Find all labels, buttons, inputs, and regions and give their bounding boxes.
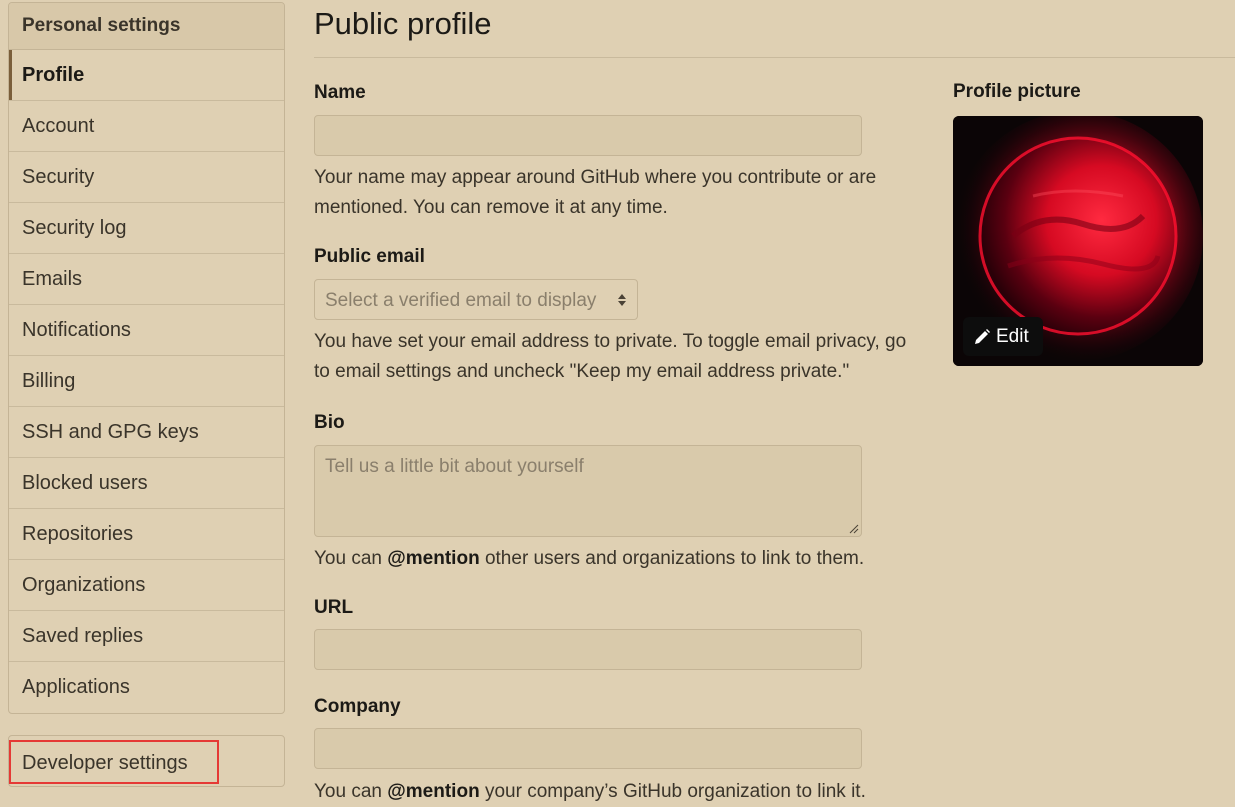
public-email-label: Public email [314,246,425,267]
public-email-selected: Select a verified email to display [325,290,597,311]
name-help-text: Your name may appear around GitHub where… [314,167,877,218]
url-input[interactable] [314,629,862,670]
company-input[interactable] [314,728,862,769]
sidebar-item-ssh-gpg-keys[interactable]: SSH and GPG keys [9,407,284,458]
sidebar-item-profile[interactable]: Profile [9,50,284,101]
name-label: Name [314,82,366,103]
company-help-prefix: You can [314,781,388,802]
sidebar-item-security[interactable]: Security [9,152,284,203]
bio-help-prefix: You can [314,548,388,569]
public-email-help-text: You have set your email address to priva… [314,331,907,382]
sidebar-item-repositories[interactable]: Repositories [9,509,284,560]
sidebar-item-organizations[interactable]: Organizations [9,560,284,611]
bio-help-suffix: other users and organizations to link to… [479,548,865,569]
company-help-text: You can @mention your company’s GitHub o… [314,777,914,807]
bio-help-mention: @mention [387,548,480,569]
sidebar-item-account[interactable]: Account [9,101,284,152]
settings-sidebar: Personal settings Profile Account Securi… [8,2,285,714]
name-input[interactable] [314,115,862,156]
developer-settings-box: Developer settings [8,735,285,787]
resize-grip-icon[interactable] [849,524,859,534]
sidebar-item-notifications[interactable]: Notifications [9,305,284,356]
title-divider [314,57,1235,58]
sidebar-item-saved-replies[interactable]: Saved replies [9,611,284,662]
sidebar-item-applications[interactable]: Applications [9,662,284,713]
sidebar-item-security-log[interactable]: Security log [9,203,284,254]
sidebar-item-blocked-users[interactable]: Blocked users [9,458,284,509]
bio-label: Bio [314,412,345,433]
company-help-suffix: your company’s GitHub organization to li… [479,781,866,802]
profile-picture-label: Profile picture [953,81,1081,102]
page-title: Public profile [314,6,492,41]
sidebar-header: Personal settings [9,3,284,50]
sidebar-item-developer-settings[interactable]: Developer settings [9,736,284,786]
bio-textarea[interactable]: Tell us a little bit about yourself [314,445,862,537]
public-email-select[interactable]: Select a verified email to display [314,279,638,320]
select-arrows-icon [617,280,627,319]
company-label: Company [314,696,401,717]
sidebar-item-billing[interactable]: Billing [9,356,284,407]
url-label: URL [314,597,354,618]
bio-help-text: You can @mention other users and organiz… [314,544,914,574]
bio-placeholder: Tell us a little bit about yourself [325,456,584,477]
edit-picture-button[interactable]: Edit [963,317,1043,356]
pencil-icon [975,328,990,344]
sidebar-item-emails[interactable]: Emails [9,254,284,305]
edit-label: Edit [996,325,1029,347]
company-help-mention: @mention [387,781,480,802]
